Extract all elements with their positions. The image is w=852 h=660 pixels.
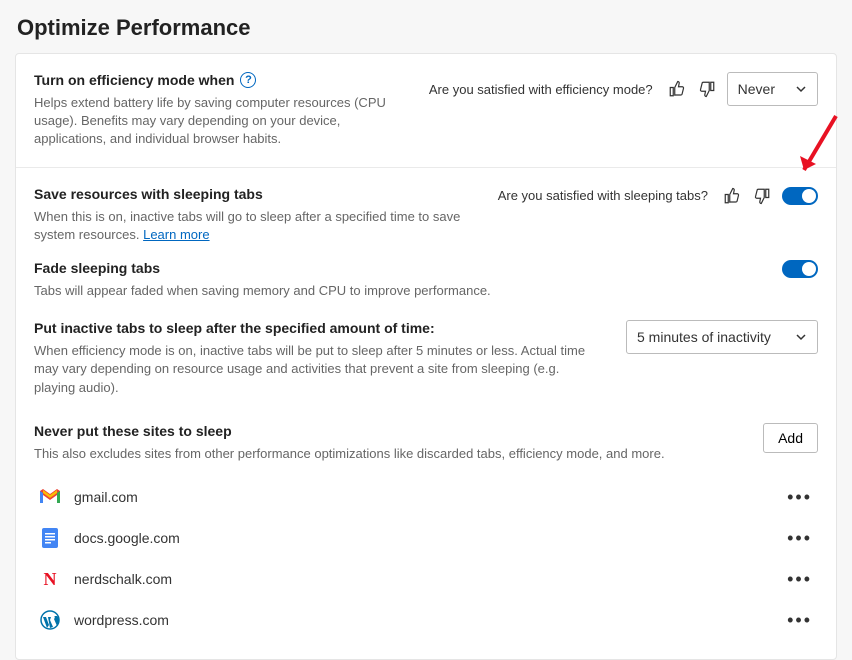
efficiency-mode-dropdown[interactable]: Never <box>727 72 818 106</box>
sleep-after-dropdown[interactable]: 5 minutes of inactivity <box>626 320 818 354</box>
list-item: N nerdschalk.com ••• <box>34 559 818 600</box>
sleep-after-heading: Put inactive tabs to sleep after the spe… <box>34 320 594 336</box>
section-sleeping-tabs: Save resources with sleeping tabs When t… <box>16 168 836 254</box>
sleep-after-value: 5 minutes of inactivity <box>637 329 771 345</box>
section-efficiency-mode: Turn on efficiency mode when ? Helps ext… <box>16 54 836 168</box>
docs-icon <box>40 528 60 548</box>
thumbs-up-icon[interactable] <box>722 186 742 206</box>
sleeping-tabs-toggle[interactable] <box>782 187 818 205</box>
more-options-icon[interactable]: ••• <box>787 610 812 631</box>
page-title: Optimize Performance <box>17 15 837 41</box>
list-item: gmail.com ••• <box>34 477 818 518</box>
fade-heading: Fade sleeping tabs <box>34 260 491 276</box>
sleeping-tabs-desc: When this is on, inactive tabs will go t… <box>34 209 460 242</box>
gmail-icon <box>40 487 60 507</box>
learn-more-link[interactable]: Learn more <box>143 227 209 242</box>
sleeping-tabs-heading: Save resources with sleeping tabs <box>34 186 482 202</box>
efficiency-dropdown-value: Never <box>738 81 775 97</box>
never-sleep-heading: Never put these sites to sleep <box>34 423 747 439</box>
wordpress-icon <box>40 610 60 630</box>
efficiency-feedback-prompt: Are you satisfied with efficiency mode? <box>429 82 653 97</box>
settings-card: Turn on efficiency mode when ? Helps ext… <box>15 53 837 660</box>
more-options-icon[interactable]: ••• <box>787 487 812 508</box>
sleeping-tabs-feedback-prompt: Are you satisfied with sleeping tabs? <box>498 188 708 203</box>
site-domain: nerdschalk.com <box>74 571 773 587</box>
never-sleep-desc: This also excludes sites from other perf… <box>34 445 747 463</box>
thumbs-up-icon[interactable] <box>667 79 687 99</box>
more-options-icon[interactable]: ••• <box>787 528 812 549</box>
section-never-sleep: Never put these sites to sleep This also… <box>16 407 836 659</box>
efficiency-desc: Helps extend battery life by saving comp… <box>34 94 413 149</box>
site-domain: docs.google.com <box>74 530 773 546</box>
fade-toggle[interactable] <box>782 260 818 278</box>
more-options-icon[interactable]: ••• <box>787 569 812 590</box>
section-fade-sleeping: Fade sleeping tabs Tabs will appear fade… <box>16 254 836 310</box>
site-domain: wordpress.com <box>74 612 773 628</box>
thumbs-down-icon[interactable] <box>697 79 717 99</box>
sleep-after-desc: When efficiency mode is on, inactive tab… <box>34 342 594 397</box>
efficiency-heading: Turn on efficiency mode when <box>34 72 234 88</box>
chevron-down-icon <box>795 331 807 343</box>
fade-desc: Tabs will appear faded when saving memor… <box>34 282 491 300</box>
add-button[interactable]: Add <box>763 423 818 453</box>
nerdschalk-icon: N <box>40 569 60 589</box>
list-item: wordpress.com ••• <box>34 600 818 641</box>
list-item: docs.google.com ••• <box>34 518 818 559</box>
help-icon[interactable]: ? <box>240 72 256 88</box>
site-domain: gmail.com <box>74 489 773 505</box>
section-sleep-after: Put inactive tabs to sleep after the spe… <box>16 310 836 407</box>
thumbs-down-icon[interactable] <box>752 186 772 206</box>
site-list: gmail.com ••• docs.google.com ••• N nerd… <box>34 477 818 641</box>
chevron-down-icon <box>795 83 807 95</box>
